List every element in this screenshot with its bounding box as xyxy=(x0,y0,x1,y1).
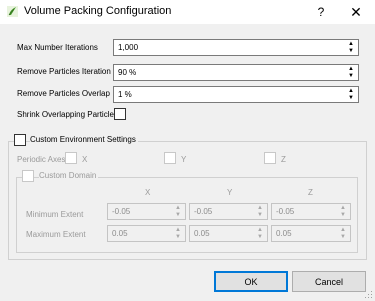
spin-down-icon[interactable]: ▼ xyxy=(338,212,348,220)
window-title: Volume Packing Configuration xyxy=(24,5,172,17)
max-iterations-input[interactable]: 1,000 ▲ ▼ xyxy=(113,39,359,56)
remove-iteration-value: 90 % xyxy=(118,68,137,77)
title-bar: Volume Packing Configuration ? ✕ xyxy=(0,0,375,24)
max-extent-y-input[interactable]: 0.05 ▲ ▼ xyxy=(189,225,268,242)
custom-env-checkbox[interactable] xyxy=(14,134,26,146)
min-extent-z-input[interactable]: -0.05 ▲ ▼ xyxy=(271,203,351,220)
max-extent-z-input[interactable]: 0.05 ▲ ▼ xyxy=(271,225,351,242)
max-extent-z-value: 0.05 xyxy=(276,229,292,238)
periodic-axes-label: Periodic Axes xyxy=(17,155,66,164)
spin-down-icon[interactable]: ▼ xyxy=(173,212,183,220)
spin-down-icon[interactable]: ▼ xyxy=(346,73,356,81)
periodic-x-checkbox[interactable] xyxy=(65,152,77,164)
custom-domain-checkbox[interactable] xyxy=(22,170,34,182)
remove-overlap-label: Remove Particles Overlap xyxy=(17,89,110,98)
spin-down-icon[interactable]: ▼ xyxy=(346,48,356,56)
periodic-x-label: X xyxy=(82,155,88,164)
column-header-x: X xyxy=(145,188,151,197)
spin-up-icon[interactable]: ▲ xyxy=(338,204,348,212)
spin-down-icon[interactable]: ▼ xyxy=(338,234,348,242)
cancel-button[interactable]: Cancel xyxy=(292,271,366,292)
spin-up-icon[interactable]: ▲ xyxy=(255,204,265,212)
spin-up-icon[interactable]: ▲ xyxy=(346,87,356,95)
periodic-y-label: Y xyxy=(181,155,187,164)
shrink-overlap-label: Shrink Overlapping Particles xyxy=(17,110,118,119)
max-extent-y-value: 0.05 xyxy=(194,229,210,238)
min-extent-x-input[interactable]: -0.05 ▲ ▼ xyxy=(107,203,186,220)
min-extent-x-value: -0.05 xyxy=(112,207,131,216)
max-extent-x-input[interactable]: 0.05 ▲ ▼ xyxy=(107,225,186,242)
periodic-z-label: Z xyxy=(281,155,286,164)
remove-overlap-value: 1 % xyxy=(118,90,132,99)
resize-grip-icon[interactable] xyxy=(365,291,373,299)
min-extent-y-input[interactable]: -0.05 ▲ ▼ xyxy=(189,203,268,220)
spin-up-icon[interactable]: ▲ xyxy=(338,226,348,234)
max-iterations-label: Max Number Iterations xyxy=(17,43,98,52)
min-extent-y-value: -0.05 xyxy=(194,207,213,216)
spin-up-icon[interactable]: ▲ xyxy=(255,226,265,234)
ok-button[interactable]: OK xyxy=(214,271,288,292)
column-header-z: Z xyxy=(308,188,313,197)
spin-down-icon[interactable]: ▼ xyxy=(255,212,265,220)
periodic-y-checkbox[interactable] xyxy=(164,152,176,164)
spin-up-icon[interactable]: ▲ xyxy=(346,65,356,73)
max-extent-x-value: 0.05 xyxy=(112,229,128,238)
spin-down-icon[interactable]: ▼ xyxy=(255,234,265,242)
column-header-y: Y xyxy=(227,188,233,197)
spin-up-icon[interactable]: ▲ xyxy=(173,204,183,212)
custom-domain-label: Custom Domain xyxy=(39,171,99,180)
shrink-overlap-checkbox[interactable] xyxy=(114,108,126,120)
remove-iteration-label: Remove Particles Iteration xyxy=(17,67,111,76)
app-icon xyxy=(7,6,18,17)
spin-up-icon[interactable]: ▲ xyxy=(346,40,356,48)
help-icon[interactable]: ? xyxy=(312,3,330,21)
custom-env-label: Custom Environment Settings xyxy=(30,135,138,144)
spin-down-icon[interactable]: ▼ xyxy=(346,95,356,103)
periodic-z-checkbox[interactable] xyxy=(264,152,276,164)
spin-up-icon[interactable]: ▲ xyxy=(173,226,183,234)
min-extent-label: Minimum Extent xyxy=(26,210,84,219)
min-extent-z-value: -0.05 xyxy=(276,207,295,216)
remove-iteration-input[interactable]: 90 % ▲ ▼ xyxy=(113,64,359,81)
max-iterations-value: 1,000 xyxy=(118,43,139,52)
spin-down-icon[interactable]: ▼ xyxy=(173,234,183,242)
remove-overlap-input[interactable]: 1 % ▲ ▼ xyxy=(113,86,359,103)
close-icon[interactable]: ✕ xyxy=(347,3,365,21)
max-extent-label: Maximum Extent xyxy=(26,230,86,239)
